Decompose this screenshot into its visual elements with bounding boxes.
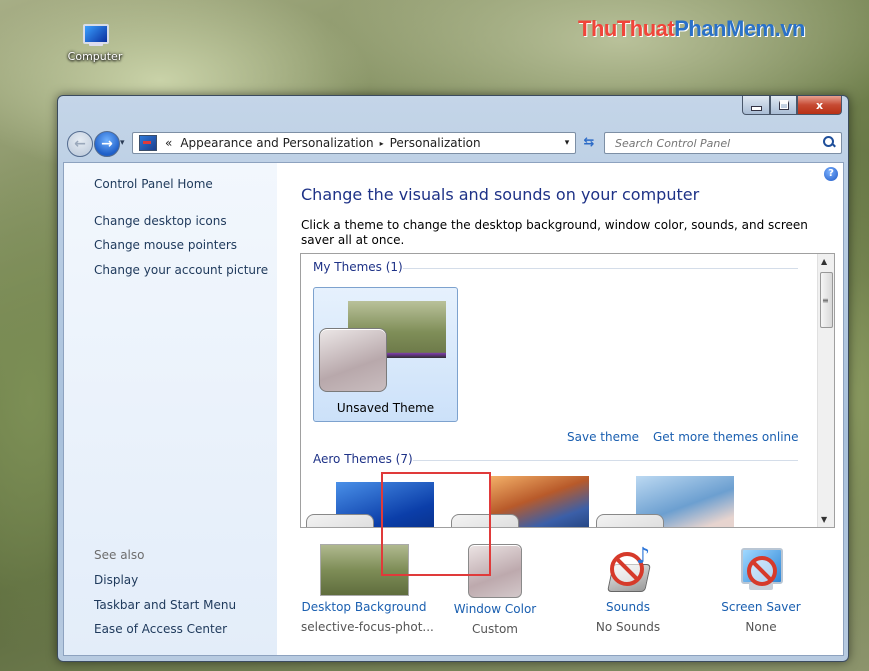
aero-theme-color-preview — [306, 514, 374, 527]
caption-buttons: x — [742, 96, 842, 116]
group-divider — [413, 460, 798, 461]
scroll-down-icon[interactable]: ▼ — [821, 515, 827, 524]
forward-arrow-icon: → — [101, 136, 113, 152]
close-icon: x — [815, 98, 824, 112]
sounds-item[interactable]: ♪ Sounds No Sounds — [565, 544, 691, 634]
sidebar: Control Panel Home Change desktop icons … — [64, 163, 277, 655]
desktop-background-item[interactable]: Desktop Background selective-focus-phot.… — [301, 544, 434, 634]
recent-pages-dropdown[interactable]: ▾ — [120, 138, 125, 148]
address-dropdown-icon[interactable]: ▾ — [559, 138, 575, 148]
control-panel-icon — [139, 135, 157, 151]
get-more-themes-link[interactable]: Get more themes online — [653, 430, 799, 444]
page-description: Click a theme to change the desktop back… — [301, 218, 808, 247]
music-note-icon: ♪ — [636, 544, 651, 569]
my-themes-header: My Themes (1) — [313, 260, 403, 274]
watermark-part1: ThuThuat — [578, 16, 675, 41]
themes-list[interactable]: My Themes (1) Unsaved Theme Save theme G… — [300, 253, 835, 528]
aero-theme-color-preview — [596, 514, 664, 527]
address-bar[interactable]: « Appearance and Personalization ▸ Perso… — [132, 132, 576, 154]
control-panel-home-link[interactable]: Control Panel Home — [94, 177, 213, 191]
minimize-icon — [750, 105, 762, 111]
window-color-item[interactable]: Window Color Custom — [432, 544, 558, 636]
display-link[interactable]: Display — [94, 573, 138, 587]
help-icon[interactable]: ? — [824, 167, 838, 181]
taskbar-start-menu-link[interactable]: Taskbar and Start Menu — [94, 598, 236, 612]
screen-saver-value: None — [745, 620, 777, 634]
screen-saver-item[interactable]: Screen Saver None — [698, 544, 824, 634]
ease-of-access-link[interactable]: Ease of Access Center — [94, 622, 227, 636]
change-mouse-pointers-link[interactable]: Change mouse pointers — [94, 238, 237, 252]
page-title: Change the visuals and sounds on your co… — [301, 185, 700, 204]
breadcrumb-personalization[interactable]: Personalization — [386, 136, 485, 150]
scroll-up-icon[interactable]: ▲ — [821, 257, 827, 266]
address-overflow-chevron[interactable]: « — [161, 136, 176, 150]
search-input[interactable] — [613, 135, 821, 151]
aero-themes-header: Aero Themes (7) — [313, 452, 413, 466]
watermark: ThuThuatPhanMem.vn — [578, 16, 805, 42]
main-panel: ? Change the visuals and sounds on your … — [277, 163, 843, 655]
maximize-button[interactable] — [770, 96, 797, 115]
desktop-computer-icon[interactable]: Computer — [58, 22, 132, 63]
window-content: Control Panel Home Change desktop icons … — [63, 162, 844, 656]
unsaved-theme-label: Unsaved Theme — [336, 401, 435, 415]
navigation-bar: ← → ▾ « Appearance and Personalization ▸… — [66, 130, 842, 157]
desktop-background-icon — [319, 544, 409, 596]
computer-icon — [80, 22, 110, 48]
group-divider — [403, 268, 798, 269]
see-also-heading: See also — [94, 548, 145, 562]
desktop-background-value: selective-focus-phot... — [301, 620, 434, 634]
forward-button[interactable]: → — [94, 131, 120, 157]
maximize-icon — [778, 100, 789, 110]
save-theme-link[interactable]: Save theme — [567, 430, 639, 444]
close-button[interactable]: x — [797, 96, 842, 115]
window-color-icon — [468, 544, 522, 598]
change-account-picture-link[interactable]: Change your account picture — [94, 263, 268, 277]
search-icon[interactable] — [821, 135, 837, 151]
refresh-button[interactable]: ⇆ — [578, 132, 600, 152]
window-color-label: Window Color — [453, 602, 537, 616]
vertical-scrollbar[interactable]: ▲ ≡ ▼ — [817, 254, 834, 527]
desktop-background-label: Desktop Background — [301, 600, 427, 614]
personalization-window: x ← → ▾ « Appearance and Personalization… — [57, 95, 849, 662]
unsaved-theme-tile[interactable]: Unsaved Theme — [313, 287, 458, 422]
screen-saver-icon — [733, 544, 789, 596]
screen-saver-label: Screen Saver — [721, 600, 801, 614]
back-button[interactable]: ← — [67, 131, 93, 157]
search-box[interactable] — [604, 132, 842, 154]
breadcrumb-separator-icon[interactable]: ▸ — [378, 139, 386, 148]
breadcrumb-appearance[interactable]: Appearance and Personalization — [176, 136, 377, 150]
window-color-value: Custom — [472, 622, 518, 636]
watermark-part2: PhanMem.vn — [674, 16, 805, 41]
minimize-button[interactable] — [742, 96, 770, 115]
change-desktop-icons-link[interactable]: Change desktop icons — [94, 214, 227, 228]
desktop-icon-label: Computer — [67, 50, 123, 63]
aero-theme-color-preview — [451, 514, 519, 527]
scrollbar-grip-icon: ≡ — [822, 296, 829, 305]
sounds-value: No Sounds — [595, 620, 661, 634]
back-arrow-icon: ← — [74, 136, 86, 152]
sounds-label: Sounds — [605, 600, 651, 614]
theme-color-preview — [319, 328, 387, 392]
sounds-icon: ♪ — [600, 544, 656, 596]
